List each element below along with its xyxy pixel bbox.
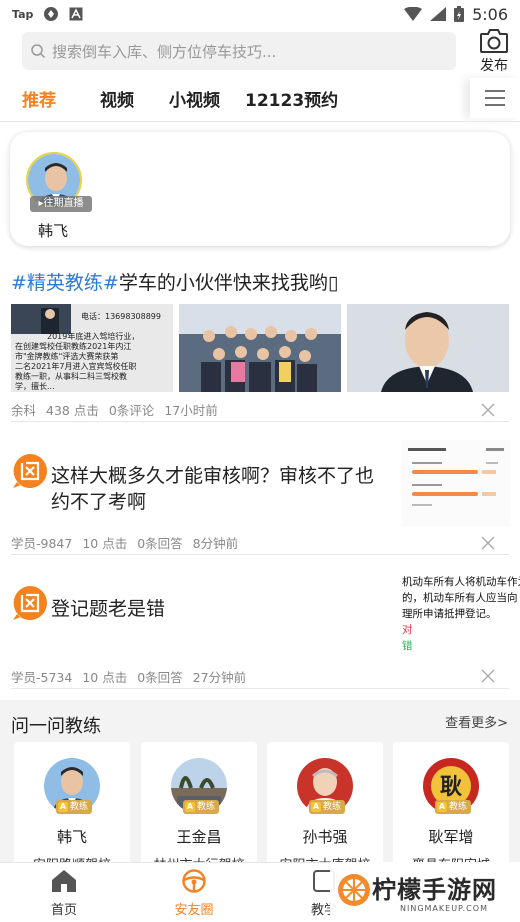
coach-card[interactable]: A教练 韩飞 安阳路顺驾校 [14,742,130,873]
coach-badge: A 教练 [309,800,346,814]
question-image[interactable]: 机动车所有人将机动车作为 的，机动车所有人应当向 理所申请抵押登记。 对 错 [402,574,520,660]
ask-coach-section: 问一问教练 查看更多> A教练 韩飞 安阳路顺驾校 A教练 王金昌 林州市大行驾… [0,700,520,873]
coach-card[interactable]: A教练 王金昌 林州市大行驾校 [141,742,257,873]
divider [11,421,509,422]
app-notification-icon [44,7,59,21]
tab-menu-button[interactable] [470,78,520,118]
nav-home[interactable]: 首页 [24,869,104,918]
coach-name: 王金昌 [176,828,222,846]
question-answers: 0条回答 [137,536,183,551]
post-title[interactable]: #精英教练#学车的小伙伴快来找我哟▯ [11,268,338,295]
question-image[interactable] [402,440,510,526]
question-meta: 学员-5734 10 点击 0条回答 27分钟前 [11,667,246,686]
question-icon [13,586,47,620]
view-more-link[interactable]: 查看更多> [445,712,508,731]
tabs-divider [0,121,520,122]
post-image[interactable] [179,304,341,392]
post-meta: 余科 438 点击 0条评论 17小时前 [11,400,218,419]
dismiss-icon[interactable] [481,536,495,550]
question-author[interactable]: 学员-9847 [11,533,72,552]
live-replay-badge: ▸往期直播 [30,196,92,212]
question-image-text: 机动车所有人将机动车作为 的，机动车所有人应当向 理所申请抵押登记。 对 错 [402,576,520,652]
question-author[interactable]: 学员-5734 [11,667,72,686]
question-clicks: 10 点击 [82,536,128,551]
coach-card[interactable]: A教练 孙书强 安阳市大唐驾校 [267,742,383,873]
question-title[interactable]: 登记题老是错 [51,596,351,622]
coach-card[interactable]: 耿 A教练 耿军增 襄县东阳宏城 [393,742,509,873]
question-answers: 0条回答 [137,670,183,685]
publish-button[interactable]: 发布 [474,28,514,78]
tab-video[interactable]: 视频 [100,86,134,111]
nav-friends-circle[interactable]: 安友圈 [154,869,234,918]
divider [11,688,509,689]
status-bar: Tap 5:06 [0,0,520,28]
live-host-name: 韩飞 [38,222,69,240]
wifi-icon [404,7,423,21]
question-time: 8分钟前 [192,536,239,551]
svg-text:耿: 耿 [440,775,462,800]
post-image-text: 电话：13698308899 2019年底进入驾培行业， 在创建驾校任职教练20… [15,312,161,391]
question-clicks: 10 点击 [82,670,128,685]
post-author[interactable]: 余科 [11,400,36,419]
post-image[interactable] [347,304,509,392]
tab-short-video[interactable]: 小视频 [169,86,220,111]
search-row: 搜索倒车入库、侧方位停车技巧... 发布 [0,28,520,78]
signal-icon [430,7,447,21]
coach-badge-icon: A [185,802,195,812]
camera-icon [480,29,508,53]
coach-name: 韩飞 [56,828,87,846]
clock: 5:06 [472,4,508,24]
coach-badge: A 教练 [435,800,472,814]
question-time: 27分钟前 [192,670,247,685]
section-title: 问一问教练 [11,716,101,737]
post-image[interactable]: 电话：13698308899 2019年底进入驾培行业， 在创建驾校任职教练20… [11,304,173,392]
search-input[interactable]: 搜索倒车入库、侧方位停车技巧... [22,32,456,70]
live-stream-card[interactable]: ▸往期直播 韩飞 [10,132,510,246]
watermark-logo: 柠檬手游网 NINGMAKEUP.COM [330,862,520,922]
search-icon [31,44,46,59]
divider [11,554,509,555]
tab-recommend[interactable]: 推荐 [22,86,56,111]
coach-badge-icon: A [437,802,447,812]
question-icon [13,454,47,488]
coach-name: 孙书强 [302,828,348,846]
category-tabs: 推荐 视频 小视频 12123预约 [0,78,520,120]
coach-badge-icon: A [58,802,68,812]
question-meta: 学员-9847 10 点击 0条回答 8分钟前 [11,533,238,552]
watermark-subtext: NINGMAKEUP.COM [400,904,488,913]
battery-icon [454,6,465,22]
lemon-logo-icon [338,874,370,906]
watermark-text: 柠檬手游网 [372,876,497,904]
tab-12123[interactable]: 12123预约 [245,86,338,111]
post-time: 17小时前 [164,403,218,418]
home-icon [52,870,76,892]
publish-label: 发布 [480,58,508,74]
coach-name: 耿军增 [428,828,474,846]
menu-icon [485,90,505,106]
post-comments: 0条评论 [108,403,155,418]
topic-tag[interactable]: #精英教练# [11,272,119,294]
post-clicks: 438 点击 [46,403,99,418]
font-notification-icon [69,7,83,21]
coach-badge-icon: A [311,802,321,812]
coach-badge: A 教练 [56,800,93,814]
question-title[interactable]: 这样大概多久才能审核啊？审核不了也约不了考啊 [51,463,391,515]
screen: { "status_bar": { "carrier": "Tap", "tim… [0,0,520,922]
dismiss-icon[interactable] [481,403,495,417]
search-placeholder: 搜索倒车入库、侧方位停车技巧... [52,42,277,61]
coach-badge: A 教练 [183,800,220,814]
dismiss-icon[interactable] [481,669,495,683]
steering-wheel-icon [182,869,206,893]
carrier-label: Tap [12,7,34,21]
